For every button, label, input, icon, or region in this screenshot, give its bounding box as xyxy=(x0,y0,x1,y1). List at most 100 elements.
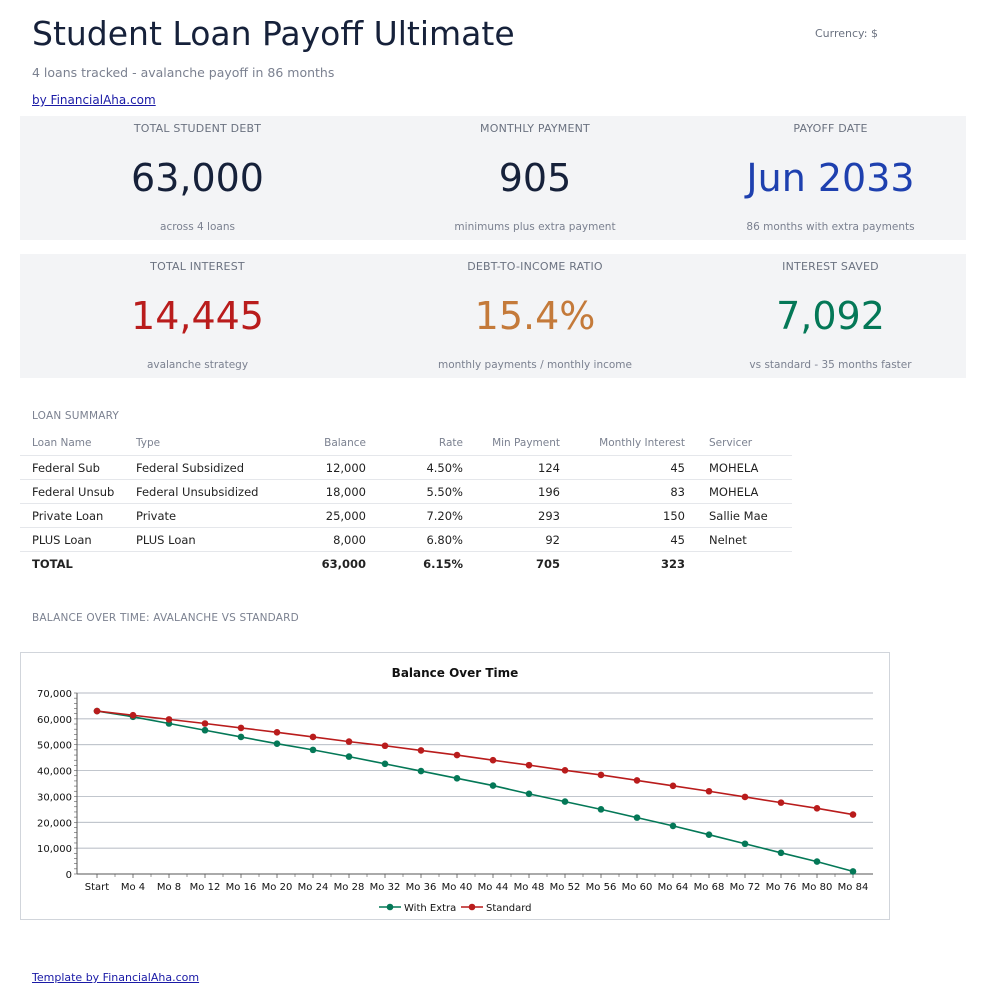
cell-rate: 7.20% xyxy=(378,503,475,528)
col-header-loan-name: Loan Name xyxy=(20,431,124,456)
data-point xyxy=(201,720,209,727)
data-point xyxy=(453,751,461,759)
cell-loan-name: Private Loan xyxy=(20,503,124,528)
y-tick-label: 20,000 xyxy=(37,818,72,829)
data-point xyxy=(597,806,605,813)
cell-monthly-interest: 45 xyxy=(572,455,697,480)
byline-link[interactable]: by FinancialAha.com xyxy=(32,93,156,107)
x-tick-label: Mo 76 xyxy=(766,882,797,893)
kpi-value: 14,445 xyxy=(131,294,264,338)
kpi-row-secondary: TOTAL INTEREST 14,445 avalanche strategy… xyxy=(20,254,966,378)
data-point xyxy=(849,868,857,875)
data-point xyxy=(417,747,425,754)
col-header-min-payment: Min Payment xyxy=(475,431,572,456)
kpi-row-primary: TOTAL STUDENT DEBT 63,000 across 4 loans… xyxy=(20,116,966,240)
data-point xyxy=(489,756,497,764)
y-tick-label: 30,000 xyxy=(37,792,72,803)
x-tick-label: Mo 20 xyxy=(262,882,293,893)
data-point xyxy=(345,753,353,760)
data-point xyxy=(165,716,173,723)
x-tick-label: Start xyxy=(85,882,110,893)
y-tick-label: 40,000 xyxy=(37,767,72,778)
table-total-row: TOTAL 63,000 6.15% 705 323 xyxy=(20,552,792,577)
kpi-label: DEBT-TO-INCOME RATIO xyxy=(467,260,603,273)
y-tick-label: 0 xyxy=(66,870,72,881)
cell-min-payment: 196 xyxy=(475,479,572,504)
data-point xyxy=(525,790,533,798)
balance-chart: Balance Over Time 0 10,000 20,000 30,000 40,0… xyxy=(37,666,873,914)
data-point xyxy=(381,742,389,750)
y-tick-label: 50,000 xyxy=(37,741,72,752)
data-point xyxy=(705,831,713,838)
kpi-label: MONTHLY PAYMENT xyxy=(480,122,590,135)
x-tick-label: Mo 80 xyxy=(802,882,833,893)
data-point xyxy=(597,771,605,779)
kpi-label: TOTAL INTEREST xyxy=(150,260,245,273)
cell-min-payment: 293 xyxy=(475,503,572,528)
cell-min-payment: 124 xyxy=(475,455,572,480)
table-row: Private Loan Private 25,000 7.20% 293 15… xyxy=(20,503,792,528)
data-point xyxy=(561,798,569,805)
x-tick-label: Mo 36 xyxy=(406,882,437,893)
kpi-note: monthly payments / monthly income xyxy=(437,359,632,371)
kpi-payoff-date: PAYOFF DATE Jun 2033 86 months with extr… xyxy=(695,116,966,240)
kpi-total-student-debt: TOTAL STUDENT DEBT 63,000 across 4 loans xyxy=(20,116,375,240)
data-point xyxy=(777,849,785,857)
data-point xyxy=(705,787,713,795)
x-tick-label: Mo 32 xyxy=(370,882,401,893)
data-point xyxy=(237,724,245,732)
kpi-value: 7,092 xyxy=(776,294,885,338)
data-point xyxy=(813,858,821,865)
data-point xyxy=(345,738,353,745)
data-point xyxy=(489,782,497,789)
x-tick-label: Mo 52 xyxy=(550,882,581,893)
col-header-type: Type xyxy=(124,431,274,456)
data-point xyxy=(381,760,389,768)
data-point xyxy=(273,729,281,736)
data-point xyxy=(525,761,533,769)
data-point xyxy=(309,746,317,754)
col-header-rate: Rate xyxy=(378,431,475,456)
col-header-servicer: Servicer xyxy=(697,431,792,456)
x-tick-label: Mo 84 xyxy=(838,882,869,893)
x-tick-label: Mo 64 xyxy=(658,882,689,893)
kpi-value: Jun 2033 xyxy=(746,156,915,200)
cell-servicer: MOHELA xyxy=(697,479,792,504)
legend-label: Standard xyxy=(486,903,532,914)
data-point xyxy=(669,782,677,790)
legend-swatch-marker xyxy=(386,903,394,911)
kpi-interest-saved: INTEREST SAVED 7,092 vs standard - 35 mo… xyxy=(695,254,966,378)
kpi-debt-to-income: DEBT-TO-INCOME RATIO 15.4% monthly payme… xyxy=(375,254,695,378)
data-point xyxy=(93,707,101,715)
cell-loan-name: Federal Unsub xyxy=(20,479,124,504)
x-tick-label: Mo 12 xyxy=(190,882,221,893)
table-header-row: Loan Name Type Balance Rate Min Payment … xyxy=(20,431,792,456)
kpi-note: vs standard - 35 months faster xyxy=(749,359,912,371)
cell-type: Federal Unsubsidized xyxy=(124,479,274,504)
kpi-label: PAYOFF DATE xyxy=(793,122,868,135)
series-line-with-extra xyxy=(96,710,854,873)
cell-servicer: MOHELA xyxy=(697,455,792,480)
loan-summary-heading: LOAN SUMMARY xyxy=(32,410,120,422)
col-header-monthly-interest: Monthly Interest xyxy=(572,431,697,456)
cell-total-monthly-interest: 323 xyxy=(660,557,685,571)
y-tick-label: 10,000 xyxy=(37,844,72,855)
kpi-note: across 4 loans xyxy=(160,221,235,233)
cell-balance: 25,000 xyxy=(274,503,378,528)
x-tick-label: Mo 68 xyxy=(694,882,725,893)
data-point xyxy=(777,799,785,806)
series-line-standard xyxy=(96,710,854,816)
footer-template-link[interactable]: Template by FinancialAha.com xyxy=(32,971,199,984)
data-point xyxy=(201,726,209,734)
cell-rate: 6.80% xyxy=(378,527,475,552)
cell-servicer: Nelnet xyxy=(697,527,792,552)
cell-min-payment: 92 xyxy=(475,527,572,552)
page-title: Student Loan Payoff Ultimate xyxy=(32,14,515,53)
cell-total-rate: 6.15% xyxy=(423,557,463,571)
cell-total-min-payment: 705 xyxy=(535,557,560,571)
kpi-label: TOTAL STUDENT DEBT xyxy=(133,122,262,135)
page-subtitle: 4 loans tracked - avalanche payoff in 86… xyxy=(32,65,335,80)
legend-label: With Extra xyxy=(404,903,456,914)
balance-chart-panel: Balance Over Time 0 10,000 20,000 30,000 40,0… xyxy=(20,652,890,920)
cell-rate: 4.50% xyxy=(378,455,475,480)
